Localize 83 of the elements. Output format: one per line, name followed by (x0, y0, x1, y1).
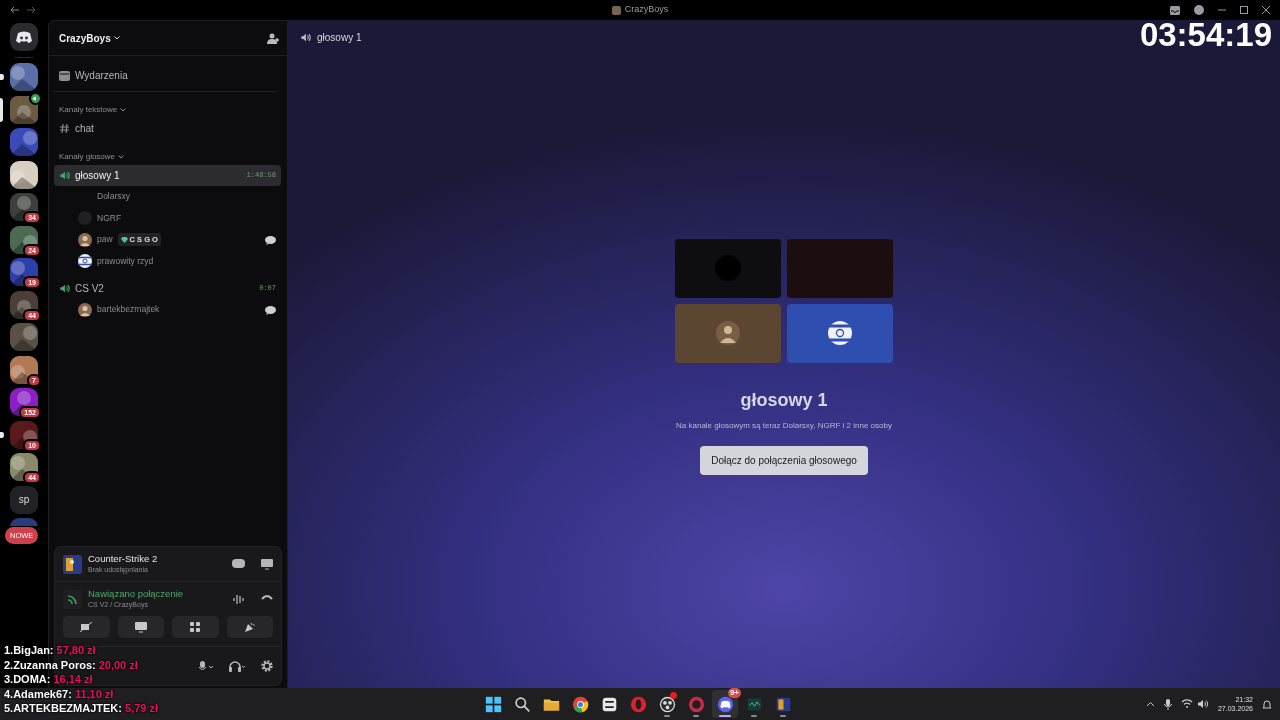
hash-icon (59, 123, 70, 134)
server-icon (611, 5, 621, 15)
apps-grid-icon (190, 622, 201, 632)
member-name[interactable]: NGRF (97, 211, 122, 225)
server-icon[interactable] (10, 63, 38, 91)
speaker-icon (59, 170, 70, 181)
noise-icon[interactable] (233, 593, 245, 605)
signal-icon (63, 589, 82, 609)
activities-button[interactable] (172, 616, 219, 638)
wifi-icon[interactable] (1180, 699, 1193, 708)
gem-icon (120, 236, 128, 243)
server-icon[interactable] (10, 258, 38, 286)
maximize-icon[interactable] (1240, 6, 1248, 14)
camera-off-icon (80, 622, 93, 632)
microphone-icon[interactable] (199, 660, 213, 672)
channel-item[interactable]: chat (54, 118, 281, 139)
server-icon[interactable] (10, 193, 38, 221)
events-link[interactable]: Wydarzenia (75, 68, 128, 83)
notification-bell-icon[interactable] (1262, 698, 1272, 710)
join-voice-button[interactable]: Dołącz do połączenia głosowego (700, 445, 868, 475)
donor-name: 5.ARTEKBEZMAJTEK: (4, 701, 122, 716)
window-title: CrazyBoys (624, 3, 669, 17)
soundboard-button[interactable] (226, 616, 273, 638)
disconnect-icon[interactable] (261, 593, 273, 600)
voice-channel-title: głosowy 1 (740, 388, 828, 412)
donation-amount: 16,14 zł (53, 672, 93, 687)
speaker-icon (32, 94, 39, 102)
member-name[interactable]: Dolarsxy (97, 190, 131, 204)
server-name[interactable]: CrazyBoys (59, 30, 111, 46)
member-name[interactable]: prawowity rzyd (97, 254, 154, 268)
close-icon[interactable] (1262, 6, 1270, 14)
server-icon[interactable] (10, 453, 38, 481)
category-header[interactable]: Kanały głosowe (59, 152, 116, 161)
donor-name: 2.Zuzanna Poros: (4, 657, 96, 673)
chevron-up-icon[interactable] (1145, 701, 1155, 707)
donor-name: 3.DOMA: (4, 672, 51, 687)
avatar (78, 302, 92, 317)
channel-title: głosowy 1 (317, 31, 362, 45)
participants-text: Na kanale głosowym są teraz Dolarsxy, NGRF i 2 inne osoby (676, 419, 892, 432)
server-icon[interactable]: sp (10, 485, 38, 514)
calendar-icon (59, 70, 70, 81)
camera-off-button[interactable] (63, 616, 110, 638)
server-icon[interactable] (10, 355, 38, 384)
donor-name: 4.Adamek67: (4, 686, 72, 702)
notification-count: 9+ (727, 688, 741, 698)
caret-icon[interactable] (120, 107, 127, 112)
activity-title: Counter-Strike 2 (88, 553, 158, 565)
screen-share-icon[interactable] (261, 558, 273, 570)
volume-icon[interactable] (1196, 699, 1209, 709)
speaker-icon (59, 283, 70, 294)
discord-logo-icon[interactable] (10, 23, 38, 51)
avatar (828, 321, 852, 345)
party-horn-icon (244, 621, 256, 633)
add-member-icon[interactable] (267, 32, 279, 44)
avatar (78, 254, 92, 269)
chat-app-icon[interactable]: 9+ (712, 690, 738, 718)
member-name[interactable]: bartekbezmajtek (97, 303, 160, 317)
game-icon (63, 554, 82, 574)
headset-icon[interactable] (229, 660, 245, 672)
donor-name: 1.BigJan: (4, 643, 54, 658)
screen-share-button[interactable] (117, 616, 164, 638)
member-name[interactable]: paw (97, 233, 113, 247)
server-icon[interactable] (10, 225, 38, 254)
category-header[interactable]: Kanały tekstowe (59, 105, 118, 114)
speaker-icon (300, 32, 311, 43)
connection-status: Nawiązano połączenie (88, 588, 184, 600)
forward-icon[interactable] (26, 6, 36, 14)
donation-amount: 11,10 zł (74, 686, 114, 702)
microphone-icon[interactable] (1163, 698, 1172, 710)
donation-amount: 5,79 zł (124, 701, 158, 716)
stream-timer: 03:54:19 (1139, 18, 1272, 51)
back-icon[interactable] (10, 6, 20, 14)
server-icon[interactable] (10, 420, 38, 449)
server-icon[interactable] (10, 95, 38, 124)
settings-icon[interactable] (261, 660, 273, 672)
server-icon[interactable] (10, 290, 38, 319)
avatar (78, 232, 92, 247)
server-icon[interactable] (10, 160, 38, 189)
screen-share-icon (134, 621, 147, 633)
caret-icon[interactable] (118, 154, 125, 159)
donation-amount: 57,80 zł (56, 643, 96, 658)
donation-amount: 20,00 zł (98, 657, 138, 673)
inbox-icon[interactable] (1170, 5, 1180, 15)
